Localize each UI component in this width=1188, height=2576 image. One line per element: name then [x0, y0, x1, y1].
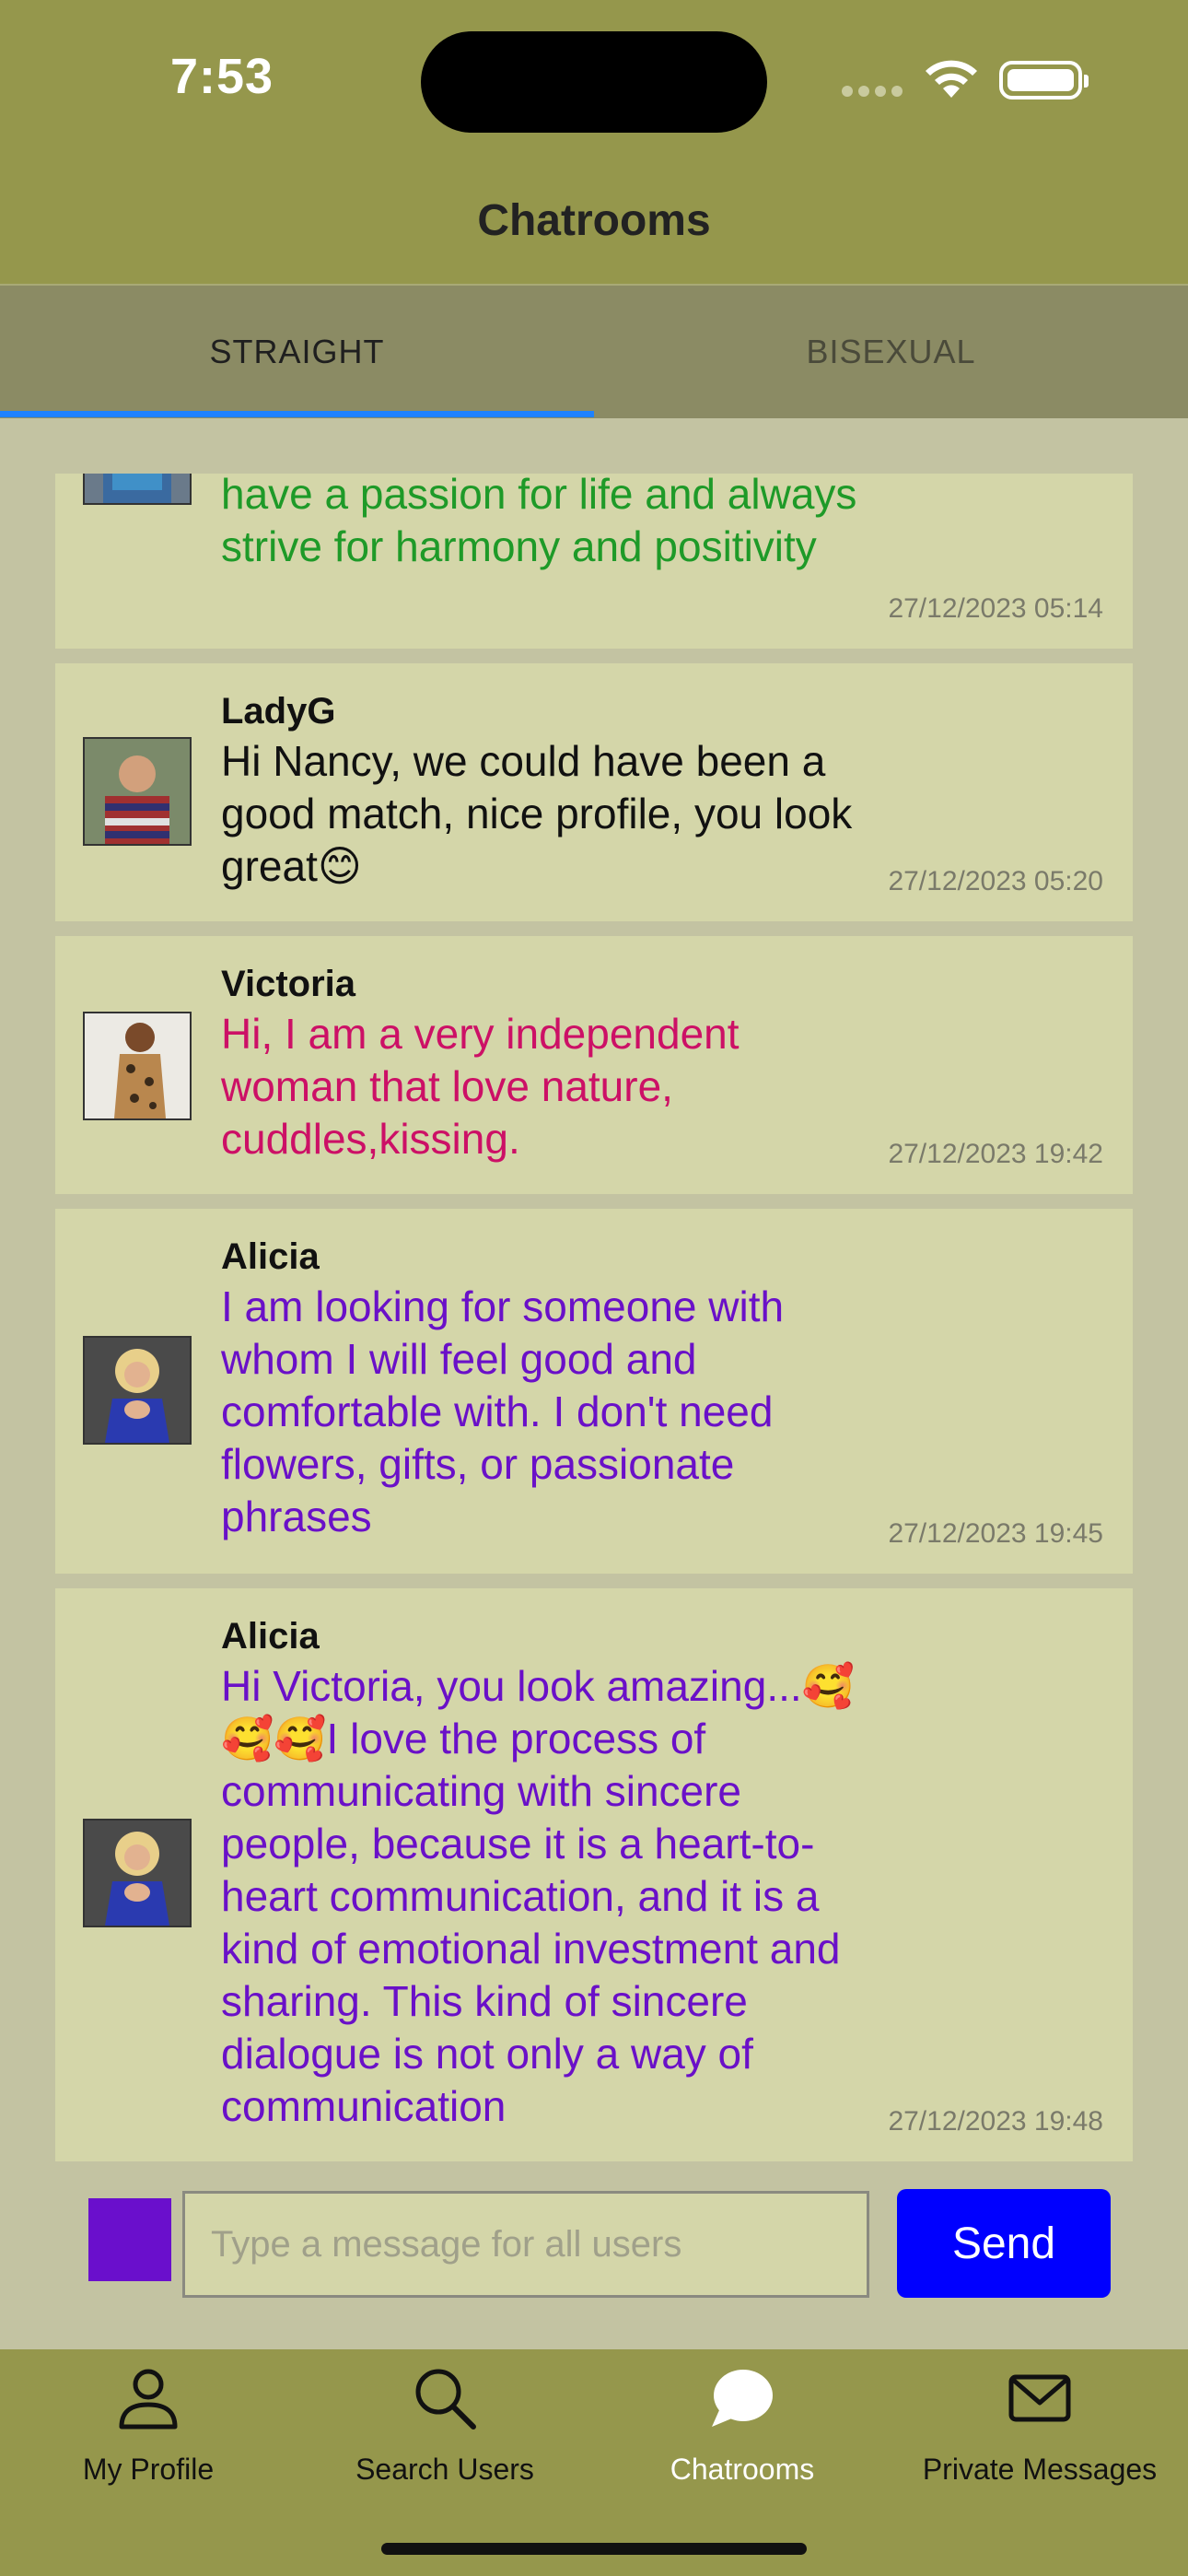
- status-bar: 7:53: [0, 0, 1188, 147]
- chat-message: Alicia I am looking for someone with who…: [55, 1209, 1133, 1574]
- message-composer: Send: [0, 2161, 1188, 2349]
- user-avatar[interactable]: [83, 1336, 192, 1445]
- envelope-icon: [1007, 2366, 1072, 2435]
- chat-message: Victoria Hi, I am a very independent wom…: [55, 936, 1133, 1194]
- message-username[interactable]: Alicia: [221, 1616, 320, 1657]
- nav-label: Search Users: [355, 2453, 534, 2486]
- home-indicator[interactable]: [381, 2543, 807, 2555]
- message-username[interactable]: Victoria: [221, 964, 355, 1005]
- battery-icon: [999, 61, 1089, 100]
- chat-bubble-icon: [710, 2366, 775, 2435]
- nav-label: My Profile: [82, 2453, 215, 2486]
- user-avatar[interactable]: [83, 474, 192, 505]
- tab-bisexual[interactable]: BISEXUAL: [594, 286, 1188, 418]
- nav-label: Chatrooms: [670, 2453, 815, 2486]
- person-icon: [116, 2366, 181, 2435]
- message-time: 27/12/2023 19:42: [888, 1139, 1103, 1169]
- selected-tab-indicator: [0, 411, 594, 417]
- message-username[interactable]: LadyG: [221, 691, 335, 732]
- nav-private-messages[interactable]: Private Messages: [891, 2349, 1188, 2515]
- chat-message: LadyG Hi Nancy, we could have been a goo…: [55, 663, 1133, 921]
- chat-message: have a passion for life and always striv…: [55, 474, 1133, 649]
- message-input[interactable]: [182, 2191, 869, 2298]
- message-text: Hi Victoria, you look amazing...🥰🥰🥰I lov…: [221, 1662, 855, 2130]
- room-tabs: STRAIGHT BISEXUAL: [0, 286, 1188, 418]
- user-avatar[interactable]: [83, 1012, 192, 1120]
- message-time: 27/12/2023 19:45: [888, 1518, 1103, 1549]
- nav-my-profile[interactable]: My Profile: [0, 2349, 297, 2515]
- message-text: Hi Nancy, we could have been a good matc…: [221, 737, 853, 890]
- send-button[interactable]: Send: [897, 2189, 1111, 2298]
- text-color-swatch[interactable]: [88, 2198, 171, 2281]
- chat-message-list[interactable]: have a passion for life and always striv…: [55, 474, 1133, 2161]
- message-text: have a passion for life and always striv…: [221, 474, 857, 570]
- status-time: 7:53: [170, 49, 274, 104]
- chat-message: Alicia Hi Victoria, you look amazing...🥰…: [55, 1588, 1133, 2161]
- message-text: Hi, I am a very independent woman that l…: [221, 1010, 740, 1163]
- cellular-signal-icon: [842, 85, 908, 101]
- dynamic-island: [421, 31, 767, 133]
- tab-straight[interactable]: STRAIGHT: [0, 286, 594, 418]
- page-title: Chatrooms: [477, 196, 711, 245]
- nav-search-users[interactable]: Search Users: [297, 2349, 593, 2515]
- wifi-icon: [923, 57, 980, 104]
- user-avatar[interactable]: [83, 737, 192, 846]
- message-text: I am looking for someone with whom I wil…: [221, 1282, 785, 1540]
- message-time: 27/12/2023 19:48: [888, 2106, 1103, 2137]
- message-username[interactable]: Alicia: [221, 1236, 320, 1278]
- nav-label: Private Messages: [922, 2453, 1158, 2486]
- message-time: 27/12/2023 05:20: [888, 866, 1103, 896]
- nav-chatrooms[interactable]: Chatrooms: [594, 2349, 891, 2515]
- message-time: 27/12/2023 05:14: [888, 593, 1103, 624]
- navigation-bar: Chatrooms: [0, 147, 1188, 286]
- user-avatar[interactable]: [83, 1819, 192, 1927]
- search-icon: [413, 2366, 477, 2435]
